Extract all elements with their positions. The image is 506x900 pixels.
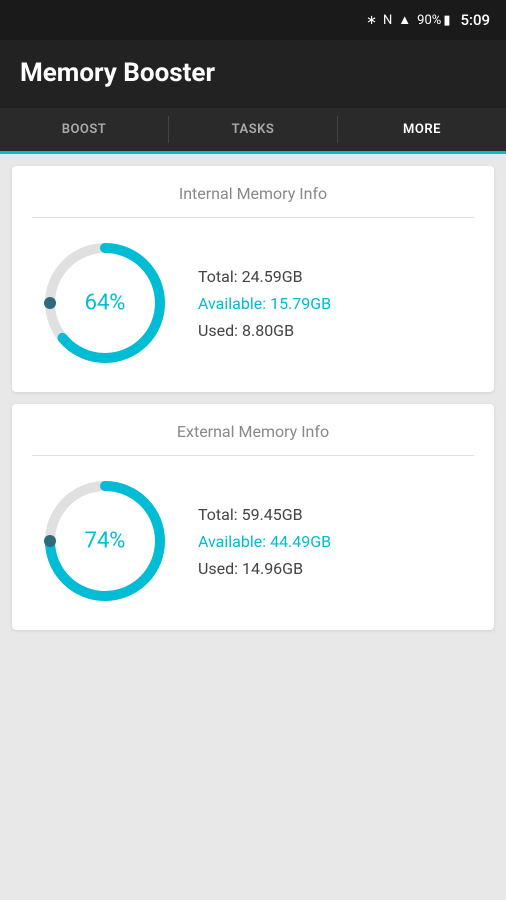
main-content: Internal Memory Info 64% Total: 24.59GB … [0,154,506,642]
battery-icon: 90% ▮ [417,13,450,28]
battery-percent: 90% [417,13,441,28]
battery-symbol: ▮ [443,13,450,28]
internal-memory-title: Internal Memory Info [32,184,474,218]
tab-tasks[interactable]: TASKS [169,108,337,151]
wifi-signal-icon: N [383,13,392,28]
external-memory-body: 74% Total: 59.45GB Available: 44.49GB Us… [32,476,474,606]
external-percent: 74% [85,529,126,554]
status-time: 5:09 [460,11,490,29]
external-used: Used: 14.96GB [198,559,331,578]
signal-icon: ▲ [398,12,411,28]
internal-used: Used: 8.80GB [198,321,331,340]
status-icons: ∗ N ▲ 90% ▮ 5:09 [366,11,490,29]
internal-memory-card: Internal Memory Info 64% Total: 24.59GB … [12,166,494,392]
external-memory-title: External Memory Info [32,422,474,456]
tab-more[interactable]: MORE [338,108,506,151]
internal-memory-circle: 64% [40,238,170,368]
status-bar: ∗ N ▲ 90% ▮ 5:09 [0,0,506,40]
internal-memory-info: Total: 24.59GB Available: 15.79GB Used: … [198,267,331,340]
internal-memory-body: 64% Total: 24.59GB Available: 15.79GB Us… [32,238,474,368]
external-total: Total: 59.45GB [198,505,331,524]
internal-total: Total: 24.59GB [198,267,331,286]
app-header: Memory Booster [0,40,506,108]
tab-bar: BOOST TASKS MORE [0,108,506,154]
internal-percent: 64% [85,291,126,316]
internal-available: Available: 15.79GB [198,294,331,313]
external-memory-info: Total: 59.45GB Available: 44.49GB Used: … [198,505,331,578]
external-available: Available: 44.49GB [198,532,331,551]
external-memory-circle: 74% [40,476,170,606]
tab-boost[interactable]: BOOST [0,108,168,151]
app-title: Memory Booster [20,58,215,88]
external-memory-card: External Memory Info 74% Total: 59.45GB … [12,404,494,630]
bluetooth-icon: ∗ [366,13,377,28]
